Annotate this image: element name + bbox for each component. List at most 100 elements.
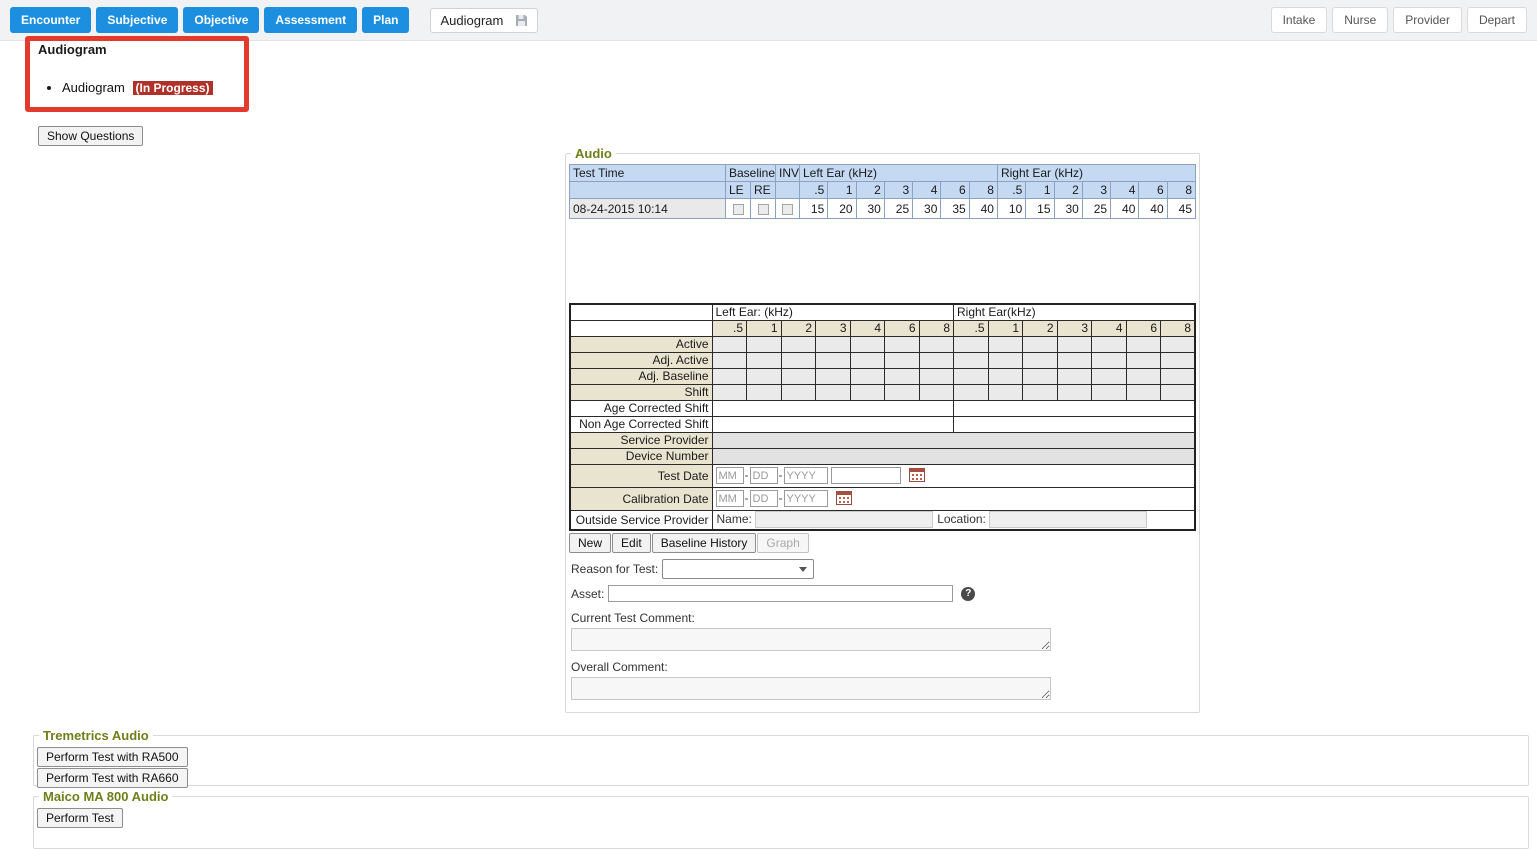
reason-for-test-select[interactable] [662,559,814,579]
grid-cell[interactable] [1023,352,1058,368]
grid-cell[interactable] [1161,336,1196,352]
grid-cell[interactable] [1057,352,1092,368]
test-time-input[interactable] [831,467,901,484]
grid-cell[interactable] [850,336,885,352]
tab-audiogram[interactable]: Audiogram [430,8,538,33]
grid-cell[interactable] [850,384,885,400]
role-depart-button[interactable]: Depart [1467,7,1527,33]
grid-cell[interactable] [1126,336,1161,352]
grid-cell[interactable] [712,352,747,368]
outside-location-input[interactable] [989,511,1147,528]
device-number-field[interactable] [712,448,1195,464]
grid-cell[interactable] [781,384,816,400]
maico-perform-test-button[interactable]: Perform Test [37,808,123,828]
grid-cell[interactable] [1126,368,1161,384]
calendar-icon[interactable] [909,471,925,485]
grid-cell[interactable] [988,368,1023,384]
test-date-year-input[interactable] [784,467,828,484]
edit-button[interactable]: Edit [612,533,651,553]
calibration-date-month-input[interactable] [716,490,744,507]
baseline-re-checkbox[interactable] [758,204,769,215]
grid-cell[interactable] [850,368,885,384]
grid-cell[interactable] [1057,368,1092,384]
baseline-history-button[interactable]: Baseline History [652,533,757,553]
role-provider-button[interactable]: Provider [1393,7,1462,33]
grid-cell[interactable] [781,336,816,352]
outside-name-input[interactable] [755,511,933,528]
grid-cell[interactable] [885,384,920,400]
perform-test-ra500-button[interactable]: Perform Test with RA500 [37,747,188,767]
col-re: RE [751,182,776,199]
grid-cell[interactable] [1161,352,1196,368]
grid-cell[interactable] [1023,368,1058,384]
grid-cell[interactable] [1092,384,1127,400]
grid-cell[interactable] [919,352,954,368]
audiogram-task-link[interactable]: Audiogram [62,80,125,95]
help-icon[interactable]: ? [961,587,975,601]
grid-cell[interactable] [988,352,1023,368]
grid-cell[interactable] [919,384,954,400]
grid-cell[interactable] [919,368,954,384]
grid-cell[interactable] [1023,336,1058,352]
left-ear-value: 40 [969,199,997,219]
nav-assessment-button[interactable]: Assessment [264,7,357,33]
grid-cell[interactable] [1161,368,1196,384]
nav-plan-button[interactable]: Plan [362,7,409,33]
test-date-day-input[interactable] [750,467,778,484]
grid-cell[interactable] [816,336,851,352]
role-nurse-button[interactable]: Nurse [1332,7,1388,33]
grid-cell[interactable] [816,368,851,384]
inv-checkbox[interactable] [782,204,793,215]
asset-input[interactable] [608,585,953,602]
save-icon[interactable] [515,14,528,27]
service-provider-field[interactable] [712,432,1195,448]
grid-cell[interactable] [1092,368,1127,384]
perform-test-ra660-button[interactable]: Perform Test with RA660 [37,768,188,788]
calibration-date-day-input[interactable] [750,490,778,507]
grid-cell[interactable] [885,352,920,368]
grid-cell[interactable] [885,368,920,384]
grid-cell[interactable] [1161,384,1196,400]
nav-objective-button[interactable]: Objective [183,7,259,33]
grid-cell[interactable] [1057,336,1092,352]
grid-cell[interactable] [781,368,816,384]
grid-cell[interactable] [954,384,989,400]
nav-subjective-button[interactable]: Subjective [96,7,178,33]
grid-cell[interactable] [885,336,920,352]
grid-cell[interactable] [919,336,954,352]
grid-cell[interactable] [1023,384,1058,400]
nav-encounter-button[interactable]: Encounter [10,7,91,33]
current-test-comment-textarea[interactable] [571,628,1051,651]
grid-cell[interactable] [954,336,989,352]
grid-cell[interactable] [816,384,851,400]
grid-cell[interactable] [781,352,816,368]
grid-cell[interactable] [712,368,747,384]
grid-cell[interactable] [954,368,989,384]
grid-cell[interactable] [747,384,782,400]
grid-cell[interactable] [712,384,747,400]
grid-cell[interactable] [747,352,782,368]
grid-cell[interactable] [1092,352,1127,368]
grid-cell[interactable] [954,352,989,368]
grid-cell[interactable] [712,336,747,352]
grid-cell[interactable] [747,336,782,352]
grid-cell[interactable] [1092,336,1127,352]
grid-cell[interactable] [816,352,851,368]
calendar-icon[interactable] [836,494,852,508]
show-questions-button[interactable]: Show Questions [38,126,143,146]
test-history-row[interactable]: 08-24-2015 10:14 15 20 30 25 30 35 40 10… [570,199,1196,219]
grid-cell[interactable] [1126,384,1161,400]
grid-cell[interactable] [1057,384,1092,400]
test-time-cell[interactable]: 08-24-2015 10:14 [570,199,726,219]
baseline-le-checkbox[interactable] [733,204,744,215]
calibration-date-year-input[interactable] [784,490,828,507]
new-button[interactable]: New [569,533,611,553]
grid-cell[interactable] [988,336,1023,352]
overall-comment-textarea[interactable] [571,677,1051,700]
grid-cell[interactable] [988,384,1023,400]
test-date-month-input[interactable] [716,467,744,484]
grid-cell[interactable] [1126,352,1161,368]
role-intake-button[interactable]: Intake [1271,7,1328,33]
grid-cell[interactable] [850,352,885,368]
grid-cell[interactable] [747,368,782,384]
